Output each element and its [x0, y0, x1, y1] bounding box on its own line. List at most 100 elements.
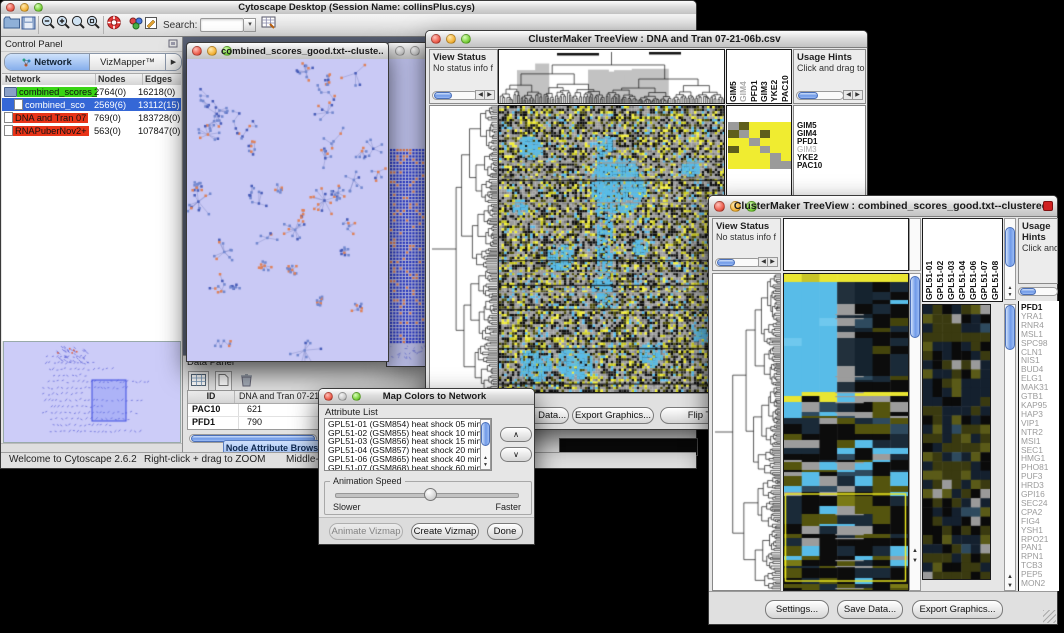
heatmap-cell[interactable] — [760, 138, 771, 146]
column-label[interactable]: YKE2 — [769, 51, 779, 102]
column-label[interactable]: GPL51-03 (GSM856) — [946, 220, 957, 300]
network2-titlebar[interactable] — [387, 43, 428, 60]
column-label[interactable]: GIM3 — [759, 51, 769, 102]
global-heatmap-canvas[interactable] — [499, 106, 724, 392]
heatmap-cell[interactable] — [760, 122, 771, 130]
heatmap-cell[interactable] — [781, 138, 792, 146]
scroll-thumb[interactable] — [481, 422, 490, 446]
heatmap-cell[interactable] — [739, 138, 750, 146]
column-label[interactable]: GIM5 — [728, 51, 738, 102]
column-label[interactable]: GPL51-01 (GSM854) — [924, 220, 935, 300]
column-label[interactable]: GPL51-02 (GSM855) — [935, 220, 946, 300]
search-dropdown-icon[interactable]: ▾ — [244, 18, 256, 32]
zoom-in-icon[interactable] — [56, 15, 71, 35]
usage-hints-hscrollbar[interactable] — [1018, 287, 1058, 296]
column-label[interactable]: GPL51-06 (GSM865) — [968, 220, 979, 300]
scroll-right-icon[interactable]: ▶ — [484, 90, 495, 100]
network-row[interactable]: RNAPuberNov2+563(0)107847(0) — [2, 124, 181, 137]
scroll-up-icon[interactable]: ▲ — [481, 455, 490, 461]
network-row[interactable]: combined_scores_2764(0)16218(0) — [2, 85, 181, 98]
treeview1-titlebar[interactable]: ClusterMaker TreeView : DNA and Tran 07-… — [426, 31, 867, 48]
scroll-down-icon[interactable]: ▼ — [1005, 292, 1015, 298]
export-graphics-button[interactable]: Export Graphics... — [912, 600, 1003, 619]
main-titlebar[interactable]: Cytoscape Desktop (Session Name: collins… — [1, 1, 696, 15]
heatmap-cell[interactable] — [739, 153, 750, 161]
gene-label[interactable]: MON2 — [1021, 579, 1059, 588]
network-canvas[interactable] — [187, 59, 388, 361]
search-input[interactable] — [200, 18, 244, 32]
export-graphics-button[interactable]: Export Graphics... — [572, 407, 654, 424]
heatmap-cell[interactable] — [770, 146, 781, 154]
scroll-down-icon[interactable]: ▼ — [1005, 583, 1015, 589]
scroll-up-icon[interactable]: ▲ — [1005, 574, 1015, 580]
heatmap-cell[interactable] — [739, 122, 750, 130]
scroll-thumb[interactable] — [1005, 227, 1015, 267]
heatmap-cell[interactable] — [770, 153, 781, 161]
main-heatmap-canvas[interactable] — [784, 274, 908, 590]
heatmap-cell[interactable] — [760, 146, 771, 154]
network-overview-canvas[interactable] — [3, 341, 181, 443]
attribute-list[interactable]: GPL51-01 (GSM854) heat shock 05 minGPL51… — [324, 418, 492, 471]
create-vizmap-button[interactable]: Create Vizmap — [411, 523, 479, 540]
open-session-icon[interactable] — [3, 16, 21, 35]
settings-button[interactable]: Settings... — [765, 600, 829, 619]
attribute-item[interactable]: GPL51-07 (GSM868) heat shock 60 min — [328, 464, 491, 471]
heatmap-cell[interactable] — [728, 138, 739, 146]
column-label[interactable]: PFD1 — [749, 51, 759, 102]
heatmap-cell[interactable] — [760, 153, 771, 161]
scroll-thumb[interactable] — [434, 92, 452, 99]
scroll-thumb[interactable] — [1005, 305, 1015, 350]
animate-vizmap-button[interactable]: Animate Vizmap — [329, 523, 403, 540]
tab-vizmapper[interactable]: VizMapper™ — [90, 54, 166, 70]
heatmap-cell[interactable] — [728, 161, 739, 169]
heatmap-cell[interactable] — [781, 161, 792, 169]
view-status-hscrollbar[interactable] — [715, 258, 761, 267]
scroll-thumb[interactable] — [717, 259, 735, 266]
close-icon[interactable] — [6, 3, 15, 12]
save-data-button[interactable]: Save Data... — [837, 600, 903, 619]
table-import-icon[interactable] — [261, 15, 277, 35]
heatmap-cell[interactable] — [749, 161, 760, 169]
usage-hints-hscrollbar[interactable] — [796, 91, 844, 100]
scroll-thumb[interactable] — [1020, 288, 1036, 295]
heatmap-cell[interactable] — [739, 146, 750, 154]
column-dendrogram-canvas[interactable] — [499, 50, 724, 103]
resize-grip[interactable] — [1043, 610, 1056, 623]
network-row[interactable]: combined_sco2569(6)13112(15) — [2, 98, 181, 111]
tab-overflow-icon[interactable]: ▶ — [166, 54, 181, 70]
minimize-icon[interactable] — [207, 46, 217, 56]
column-label[interactable]: GIM4 — [738, 51, 748, 102]
heatmap-cell[interactable] — [770, 138, 781, 146]
heatmap-cell[interactable] — [749, 146, 760, 154]
heatmap-cell[interactable] — [781, 146, 792, 154]
network-titlebar[interactable]: combined_scores_good.txt--cluste... — [187, 43, 388, 60]
heatmap-cell[interactable] — [770, 161, 781, 169]
table-col-id[interactable]: ID — [188, 391, 235, 403]
heatmap-cell[interactable] — [781, 122, 792, 130]
close-icon[interactable] — [431, 34, 441, 44]
heatmap-cell[interactable] — [739, 161, 750, 169]
panel-red-icon[interactable] — [1043, 201, 1053, 211]
close-icon[interactable] — [192, 46, 202, 56]
top-vscrollbar[interactable] — [909, 218, 921, 271]
zoom-heatmap-canvas[interactable] — [923, 305, 990, 579]
row-dendrogram-canvas[interactable] — [713, 274, 780, 590]
scroll-down-icon[interactable]: ▼ — [481, 462, 490, 468]
annotation-icon[interactable] — [144, 16, 158, 35]
close-icon[interactable] — [395, 46, 405, 56]
heatmap-cell[interactable] — [728, 122, 739, 130]
heatmap-cell[interactable] — [749, 122, 760, 130]
done-button[interactable]: Done — [487, 523, 523, 540]
heatmap-cell[interactable] — [749, 130, 760, 138]
zoom-out-icon[interactable] — [41, 15, 56, 35]
heatmap-cell[interactable] — [781, 130, 792, 138]
heatmap-cell[interactable] — [770, 130, 781, 138]
close-icon[interactable] — [714, 201, 725, 212]
scroll-up-icon[interactable]: ▲ — [1005, 285, 1015, 291]
save-session-icon[interactable] — [21, 16, 36, 35]
gene-list-vscrollbar[interactable]: ▲ ▼ — [1004, 304, 1016, 591]
heatmap-cell[interactable] — [760, 130, 771, 138]
column-label[interactable]: GPL51-07 (GSM868) — [979, 220, 990, 300]
heatmap-vscrollbar[interactable]: ▲ ▼ — [909, 273, 921, 591]
attribute-list-vscrollbar[interactable]: ▲ ▼ — [480, 419, 491, 470]
